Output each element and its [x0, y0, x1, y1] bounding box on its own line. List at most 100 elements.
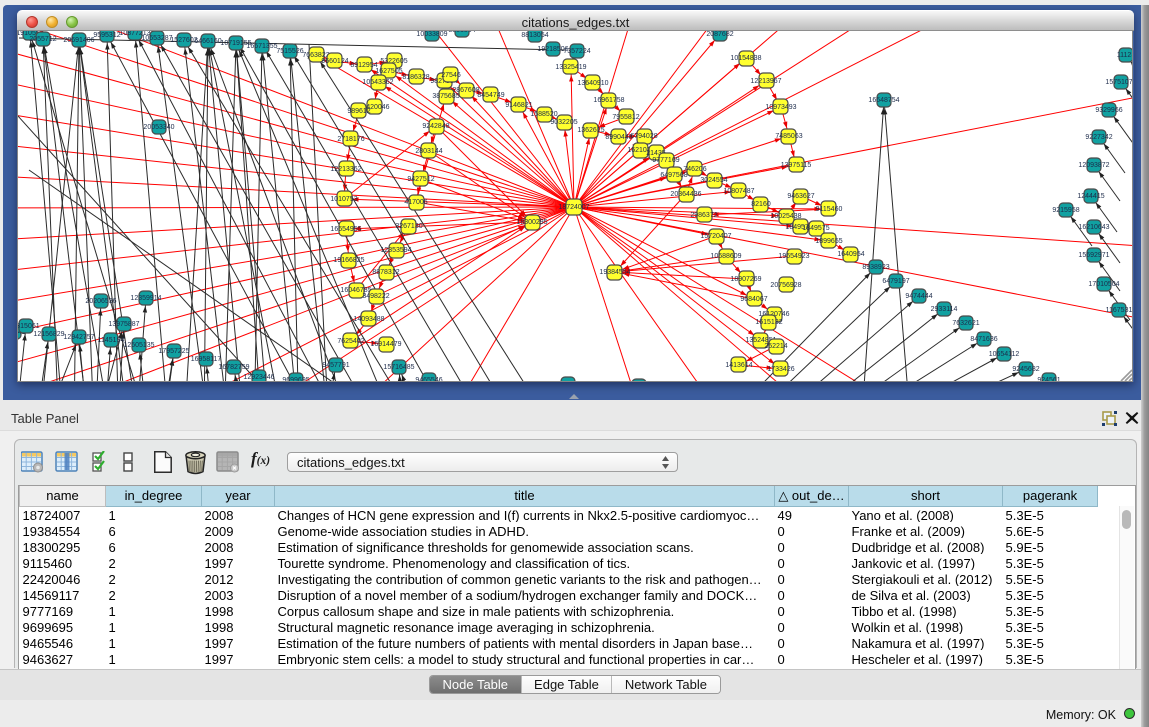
svg-text:82160: 82160 [751, 201, 771, 208]
svg-text:8186328: 8186328 [402, 74, 429, 81]
svg-text:20691406: 20691406 [63, 37, 94, 44]
svg-text:13325419: 13325419 [555, 64, 586, 71]
svg-text:7632621: 7632621 [952, 320, 979, 327]
svg-text:7625402: 7625402 [337, 338, 364, 345]
svg-text:8454749: 8454749 [477, 92, 504, 99]
svg-text:12923446: 12923446 [243, 374, 274, 381]
svg-text:9457791: 9457791 [322, 362, 349, 369]
svg-text:3024554: 3024554 [700, 177, 727, 184]
svg-text:15692971: 15692971 [1078, 252, 1109, 259]
svg-text:2055712: 2055712 [29, 36, 56, 43]
svg-text:1899655: 1899655 [815, 238, 842, 245]
svg-text:1362615: 1362615 [577, 127, 604, 134]
svg-text:16648754: 16648754 [868, 97, 899, 104]
svg-text:19384554: 19384554 [599, 269, 630, 276]
svg-text:20206536: 20206536 [85, 298, 116, 305]
svg-text:3498222: 3498222 [362, 293, 389, 300]
svg-text:10654112: 10654112 [989, 351, 1020, 358]
svg-text:11123: 11123 [1117, 52, 1133, 59]
svg-text:16654955: 16654955 [330, 226, 361, 233]
svg-text:10807487: 10807487 [723, 188, 754, 195]
svg-text:8813054: 8813054 [521, 32, 548, 39]
svg-text:12942757: 12942757 [63, 334, 94, 341]
svg-text:9215958: 9215958 [1052, 207, 1079, 214]
svg-text:9777169: 9777169 [652, 157, 679, 164]
svg-text:9427512: 9427512 [407, 176, 434, 183]
svg-text:10543362: 10543362 [362, 79, 393, 86]
svg-text:13975887: 13975887 [108, 321, 139, 328]
svg-text:18300295: 18300295 [516, 219, 547, 226]
svg-text:8851304: 8851304 [448, 31, 475, 34]
svg-text:12353594: 12353594 [380, 247, 411, 254]
svg-text:18907269: 18907269 [730, 276, 761, 283]
svg-text:19654923: 19654923 [778, 253, 809, 260]
svg-text:1167531: 1167531 [1106, 307, 1133, 314]
svg-text:1733426: 1733426 [767, 366, 794, 373]
svg-text:2718176: 2718176 [337, 136, 364, 143]
svg-text:1244415: 1244415 [1077, 193, 1104, 200]
svg-text:1588520: 1588520 [530, 111, 557, 118]
svg-text:1627505: 1627505 [375, 68, 402, 75]
svg-text:8938923: 8938923 [862, 264, 889, 271]
svg-text:10033809: 10033809 [416, 31, 447, 38]
svg-text:6497568: 6497568 [660, 172, 687, 179]
svg-text:252214: 252214 [764, 343, 787, 350]
svg-text:989612: 989612 [347, 108, 370, 115]
svg-text:12213362: 12213362 [330, 166, 361, 173]
svg-text:9032205: 9032205 [550, 119, 577, 126]
svg-text:7485063: 7485063 [775, 133, 802, 140]
svg-text:12213967: 12213967 [750, 78, 781, 85]
svg-text:15751074: 15751074 [1105, 79, 1133, 86]
svg-text:27546: 27546 [441, 72, 461, 79]
svg-text:12505135: 12505135 [123, 342, 154, 349]
svg-text:8990448: 8990448 [605, 134, 632, 141]
svg-text:417006: 417006 [404, 199, 427, 206]
svg-text:8471636: 8471636 [970, 336, 997, 343]
svg-text:17010504: 17010504 [1088, 281, 1119, 288]
svg-text:9329966: 9329966 [1095, 107, 1122, 114]
svg-text:6794028: 6794028 [630, 133, 657, 140]
svg-text:9463627: 9463627 [787, 193, 814, 200]
svg-text:16210643: 16210643 [1078, 224, 1109, 231]
svg-text:12093872: 12093872 [1078, 162, 1109, 169]
svg-text:1010753: 1010753 [330, 196, 357, 203]
svg-text:9242848: 9242848 [422, 123, 449, 130]
svg-text:2087682: 2087682 [706, 31, 733, 38]
svg-text:16958117: 16958117 [191, 356, 222, 363]
svg-text:17957225: 17957225 [158, 348, 189, 355]
svg-text:16961758: 16961758 [593, 97, 624, 104]
svg-text:16782759: 16782759 [218, 364, 249, 371]
svg-text:7955812: 7955812 [612, 114, 639, 121]
svg-text:13640910: 13640910 [577, 80, 608, 87]
svg-text:20053340: 20053340 [143, 124, 174, 131]
svg-text:20364436: 20364436 [670, 191, 701, 198]
svg-text:1315061: 1315061 [17, 323, 40, 330]
svg-text:9474444: 9474444 [905, 293, 932, 300]
svg-text:8878312: 8878312 [372, 269, 399, 276]
svg-text:9115460: 9115460 [816, 206, 843, 213]
svg-text:1413614: 1413614 [725, 362, 752, 369]
svg-text:9227342: 9227342 [1085, 134, 1112, 141]
svg-text:1640954: 1640954 [837, 251, 864, 258]
svg-text:9660124: 9660124 [321, 58, 348, 65]
svg-text:2933114: 2933114 [931, 306, 958, 313]
svg-text:16671355: 16671355 [246, 43, 277, 50]
svg-text:12359914: 12359914 [130, 295, 161, 302]
svg-text:13975115: 13975115 [781, 162, 812, 169]
svg-text:3267130: 3267130 [395, 223, 422, 230]
svg-text:14093488: 14093488 [353, 316, 384, 323]
svg-text:1615132: 1615132 [755, 319, 782, 326]
svg-text:2803144: 2803144 [415, 148, 442, 155]
svg-text:16914479: 16914479 [370, 341, 401, 348]
svg-text:9146821: 9146821 [505, 102, 532, 109]
svg-text:9684067: 9684067 [740, 296, 767, 303]
svg-text:19166825: 19166825 [333, 257, 364, 264]
svg-text:746206: 746206 [683, 166, 706, 173]
svg-text:10973493: 10973493 [765, 104, 796, 111]
svg-text:9595312: 9595312 [93, 32, 120, 39]
svg-text:6479197: 6479197 [882, 278, 909, 285]
svg-text:10154838: 10154838 [730, 55, 761, 62]
svg-text:1849575: 1849575 [802, 225, 829, 232]
svg-text:15720407: 15720407 [700, 233, 731, 240]
svg-text:7515526: 7515526 [276, 48, 303, 55]
